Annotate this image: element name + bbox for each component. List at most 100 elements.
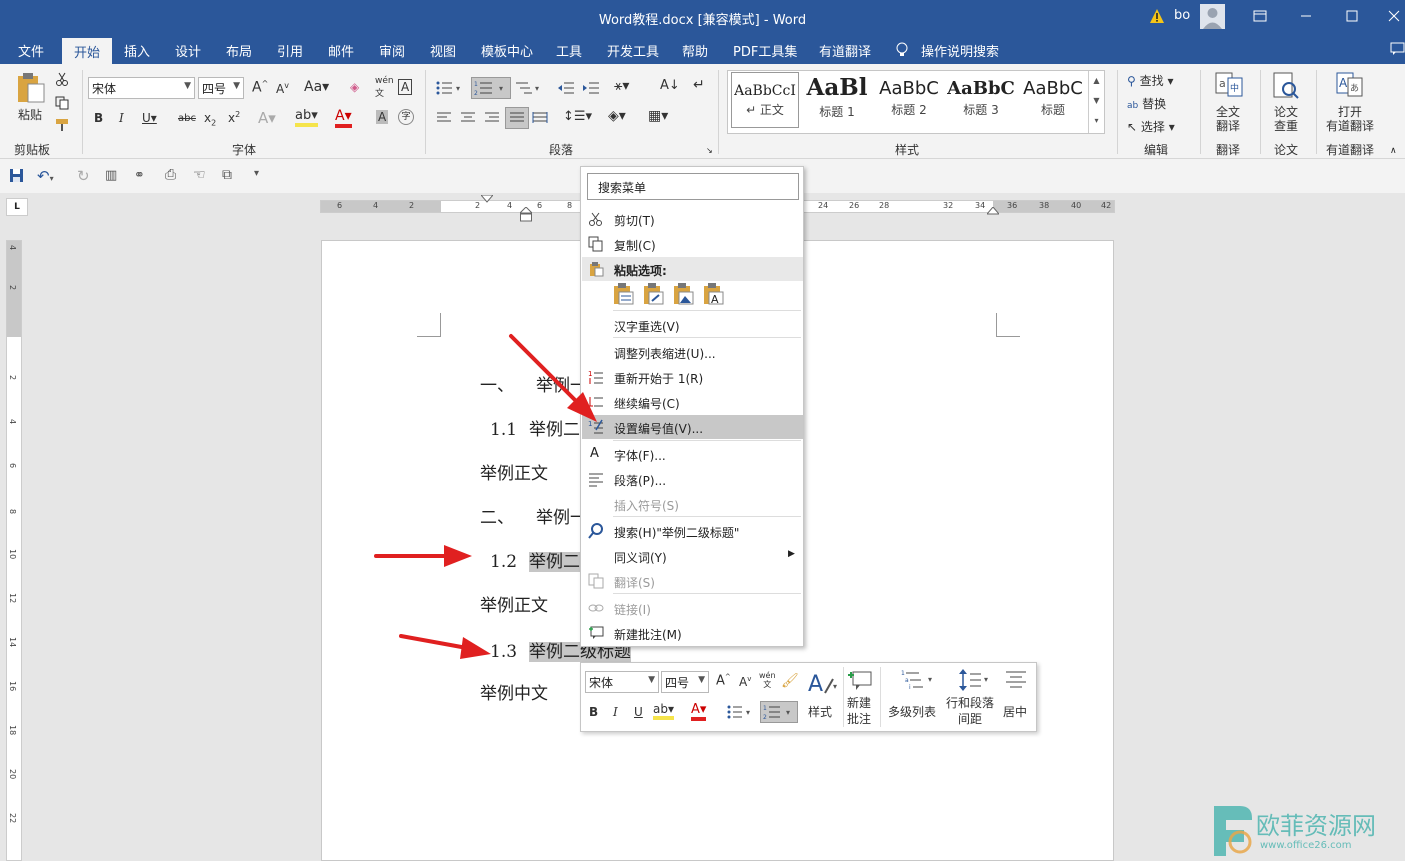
align-center-icon[interactable] (460, 111, 476, 125)
maximize-icon[interactable] (1344, 8, 1360, 24)
menu-item-continue-numbering[interactable]: 继续编号(C) (582, 390, 803, 414)
chinese-layout-icon[interactable]: ⚹▾ (614, 78, 629, 94)
comments-icon[interactable] (1390, 42, 1405, 56)
menu-item-new-comment[interactable]: 新建批注(M) (582, 621, 803, 645)
strikethrough-icon[interactable]: abc (178, 113, 196, 124)
mini-multilevel-button[interactable]: 多级列表 (888, 703, 936, 720)
paste-merge-format-icon[interactable] (641, 282, 665, 306)
save-icon[interactable] (9, 168, 24, 183)
menu-item-paragraph[interactable]: 段落(P)... (582, 467, 803, 491)
link-icon[interactable]: ⚭ (134, 168, 145, 183)
mini-underline-icon[interactable]: U (634, 705, 643, 719)
tab-mailings[interactable]: 邮件 (328, 41, 354, 60)
borders-icon[interactable]: ▦▾ (648, 108, 668, 124)
menu-item-search[interactable]: 搜索(H)"举例二级标题" (582, 519, 803, 543)
mini-line-spacing-icon[interactable]: ▾ (957, 669, 991, 691)
tell-me-search[interactable]: 操作说明搜索 (921, 41, 999, 60)
replace-button[interactable]: ab 替换 (1127, 95, 1166, 112)
mini-shrink-font-icon[interactable]: Av (739, 675, 751, 689)
collapse-ribbon-icon[interactable]: ∧ (1390, 146, 1397, 156)
mini-new-comment-button[interactable]: 新建 批注 (847, 695, 871, 727)
bold-icon[interactable]: B (94, 111, 103, 125)
mini-multilevel-icon[interactable]: 1 a i ▾ (901, 669, 937, 691)
menu-item-cut[interactable]: 剪切(T) (582, 207, 803, 231)
char-shading-icon[interactable]: A (376, 110, 389, 124)
doc-line-4[interactable]: 二、 举例一 (480, 503, 587, 528)
menu-item-link[interactable]: 链接(I) (582, 596, 803, 620)
mini-highlight-icon[interactable]: ab▾ (653, 702, 674, 720)
tab-references[interactable]: 引用 (277, 41, 303, 60)
hanging-indent-marker[interactable] (520, 207, 532, 223)
doc-line-5[interactable]: 1.2 举例二 (490, 547, 581, 572)
enclose-char-icon[interactable]: 字 (398, 109, 414, 125)
dialog-launcher-icon[interactable]: ↘ (706, 146, 713, 155)
style-heading-3[interactable]: AaBbC 标题 3 (947, 72, 1015, 128)
menu-item-set-numbering-value[interactable]: 1 设置编号值(V)... (582, 415, 803, 439)
mini-phonetic-icon[interactable]: wén 文 (759, 671, 776, 689)
decrease-indent-icon[interactable] (557, 80, 575, 96)
menu-search-input[interactable]: 搜索菜单 (587, 173, 799, 200)
justify-icon[interactable] (505, 107, 529, 129)
line-spacing-icon[interactable]: ↕☰▾ (563, 109, 592, 124)
paste-button[interactable]: 粘贴 (18, 106, 42, 123)
phonetic-guide-icon[interactable]: wén 文 (375, 76, 394, 99)
change-case-icon[interactable]: Aa▾ (304, 79, 329, 95)
find-button[interactable]: ⚲ 查找 ▾ (1127, 72, 1173, 89)
mini-center-button[interactable]: 居中 (1003, 703, 1027, 720)
mini-numbering-icon[interactable]: 1 2 ▾ (760, 701, 798, 723)
undo-icon[interactable]: ↶▾ (37, 167, 54, 185)
underline-icon[interactable]: U▾ (142, 111, 157, 125)
style-normal[interactable]: AaBbCcI ↵ 正文 (731, 72, 799, 128)
align-right-icon[interactable] (484, 111, 500, 125)
mini-new-comment-icon[interactable] (847, 669, 873, 693)
mini-grow-font-icon[interactable]: A^ (716, 673, 731, 688)
user-name[interactable]: bo (1174, 8, 1190, 23)
reading-mode-icon[interactable]: ▥ (105, 168, 117, 183)
mini-bullets-icon[interactable]: ▾ (727, 705, 753, 719)
mini-format-painter-icon[interactable]: 🖌 (781, 673, 799, 689)
paste-text-only-icon[interactable]: A (701, 282, 725, 306)
menu-item-synonyms[interactable]: 同义词(Y) ▶ (582, 544, 803, 568)
text-effects-icon[interactable]: A▾ (258, 109, 276, 127)
menu-item-copy[interactable]: 复制(C) (582, 232, 803, 256)
grow-font-icon[interactable]: A^ (252, 79, 268, 96)
menu-item-adjust-list-indent[interactable]: 调整列表缩进(U)... (582, 340, 803, 364)
mini-styles-button[interactable]: 样式 (808, 703, 832, 720)
bullets-icon[interactable]: ▾ (436, 80, 462, 96)
doc-line-8[interactable]: 举例中文 (480, 679, 548, 704)
mini-font-name-combo[interactable]: 宋体 ▼ (585, 671, 659, 693)
full-translate-button[interactable]: 全文 翻译 (1216, 105, 1240, 133)
superscript-icon[interactable]: x2 (228, 110, 240, 125)
close-icon[interactable] (1386, 8, 1402, 24)
tab-developer[interactable]: 开发工具 (607, 41, 659, 60)
tab-review[interactable]: 审阅 (379, 41, 405, 60)
tab-insert[interactable]: 插入 (124, 41, 150, 60)
align-left-icon[interactable] (436, 111, 452, 125)
minimize-icon[interactable] (1298, 8, 1314, 24)
font-color-icon[interactable]: A▾ (335, 108, 352, 128)
mini-center-icon[interactable] (1005, 669, 1027, 691)
customize-qat-icon[interactable]: ▾ (254, 168, 259, 179)
tab-stop-selector[interactable]: L (6, 198, 28, 216)
font-name-combo[interactable]: 宋体 ▼ (88, 77, 195, 99)
font-size-combo[interactable]: 四号 ▼ (198, 77, 244, 99)
format-painter-icon[interactable] (55, 118, 69, 132)
tab-tools[interactable]: 工具 (556, 41, 582, 60)
paper-check-icon[interactable] (1272, 72, 1300, 100)
ribbon-display-icon[interactable] (1252, 8, 1268, 24)
char-border-icon[interactable]: A (398, 79, 413, 95)
numbering-icon[interactable]: 1 2 ▾ (471, 77, 511, 99)
mini-italic-icon[interactable]: I (613, 705, 618, 719)
tab-pdf-tools[interactable]: PDF工具集 (733, 41, 797, 60)
clear-format-icon[interactable]: ◈ (350, 80, 359, 94)
screenshot-icon[interactable]: ⧉ (222, 167, 232, 183)
avatar[interactable] (1200, 4, 1225, 29)
menu-item-font[interactable]: A 字体(F)... (582, 442, 803, 466)
menu-item-restart-at-1[interactable]: 1 重新开始于 1(R) (582, 365, 803, 389)
tab-design[interactable]: 设计 (175, 41, 201, 60)
first-line-indent-marker[interactable] (481, 195, 493, 203)
shrink-font-icon[interactable]: Av (276, 81, 289, 96)
mini-styles-icon[interactable]: A ▾ (807, 669, 839, 697)
subscript-icon[interactable]: x2 (204, 111, 216, 127)
touch-mode-icon[interactable]: ☜ (193, 167, 206, 183)
